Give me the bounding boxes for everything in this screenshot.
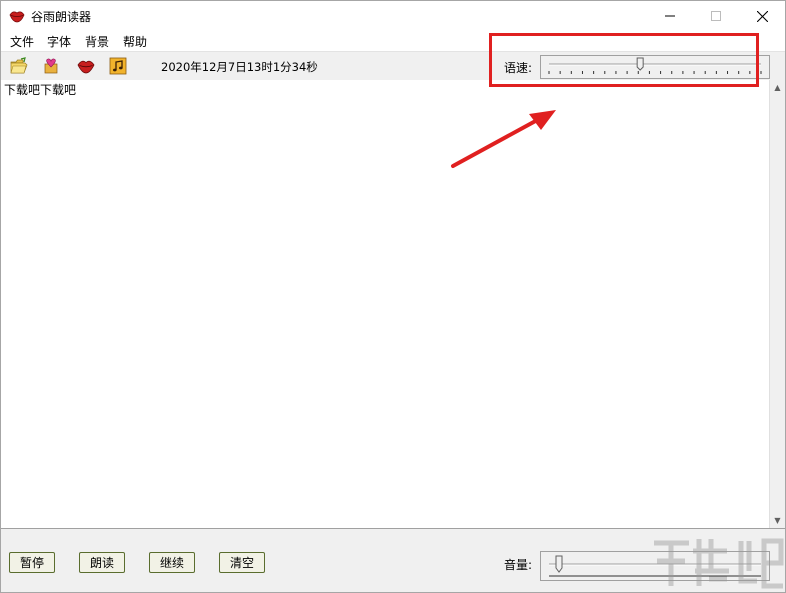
clear-button[interactable]: 清空 — [219, 552, 265, 573]
annotation-arrow-icon — [451, 110, 556, 168]
volume-slider-thumb[interactable] — [555, 555, 563, 573]
menu-font[interactable]: 字体 — [46, 33, 72, 50]
text-editor[interactable]: 下载吧下载吧 ▲ ▼ — [1, 80, 785, 529]
lips-icon[interactable] — [77, 57, 95, 75]
vertical-scrollbar[interactable]: ▲ ▼ — [769, 80, 785, 528]
scroll-up-arrow-icon[interactable]: ▲ — [770, 80, 785, 95]
heart-box-icon[interactable] — [42, 57, 60, 75]
window-title: 谷雨朗读器 — [31, 10, 92, 24]
title-bar: 谷雨朗读器 — [1, 1, 785, 31]
pause-button[interactable]: 暂停 — [9, 552, 55, 573]
menu-file[interactable]: 文件 — [9, 33, 35, 50]
maximize-button[interactable] — [693, 1, 739, 31]
menu-background[interactable]: 背景 — [84, 33, 110, 50]
continue-button[interactable]: 继续 — [149, 552, 195, 573]
read-button[interactable]: 朗读 — [79, 552, 125, 573]
scroll-down-arrow-icon[interactable]: ▼ — [770, 513, 785, 528]
close-icon — [756, 10, 768, 22]
close-button[interactable] — [739, 1, 785, 31]
minimize-icon — [665, 15, 675, 17]
lips-icon — [9, 11, 25, 23]
open-folder-icon[interactable] — [10, 57, 28, 75]
datetime-display: 2020年12月7日13时1分34秒 — [161, 60, 318, 74]
volume-label: 音量: — [504, 558, 533, 572]
editor-text: 下载吧下载吧 — [4, 83, 77, 97]
minimize-button[interactable] — [647, 1, 693, 31]
watermark-logo-icon — [654, 538, 784, 589]
maximize-icon — [711, 11, 721, 21]
music-note-icon[interactable] — [109, 57, 127, 75]
menu-help[interactable]: 帮助 — [122, 33, 148, 50]
app-window: 谷雨朗读器 文件 字体 背景 帮助 2020年12月7日13时1分34秒 语速:… — [0, 0, 786, 593]
annotation-highlight-box — [489, 33, 759, 87]
